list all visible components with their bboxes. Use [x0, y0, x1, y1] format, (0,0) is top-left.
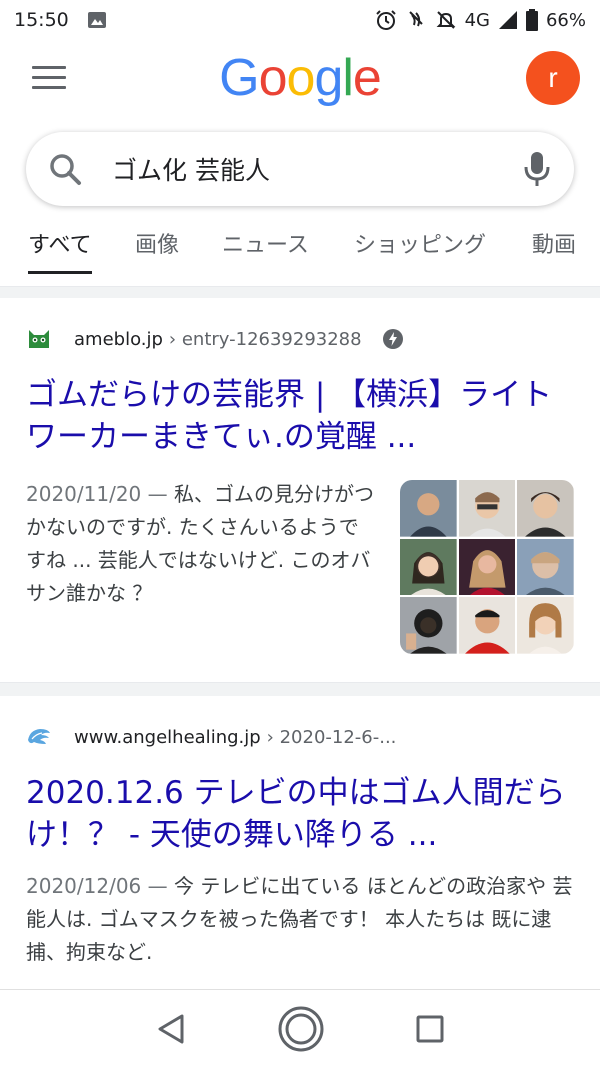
app-header: Google r	[0, 40, 600, 116]
system-navigation-bar	[0, 989, 600, 1067]
tab-all[interactable]: すべて	[28, 222, 92, 278]
thumbnail-photo	[400, 480, 457, 537]
tab-news[interactable]: ニュース	[222, 222, 309, 278]
result-domain: www.angelhealing.jp	[74, 726, 261, 748]
logo-letter: e	[352, 49, 382, 107]
home-button[interactable]	[277, 1005, 325, 1053]
search-result: ameblo.jp › entry-12639293288 ゴムだらけの芸能界 …	[0, 298, 600, 682]
recents-square-icon	[416, 1015, 444, 1042]
result-source[interactable]: www.angelhealing.jp › 2020-12-6-...	[26, 722, 396, 752]
result-thumbnail[interactable]	[400, 480, 574, 654]
network-type: 4G	[464, 9, 490, 31]
recents-button[interactable]	[416, 1015, 444, 1043]
battery-icon	[525, 9, 538, 31]
result-source[interactable]: ameblo.jp › entry-12639293288	[26, 324, 404, 354]
result-date: 2020/12/06 —	[26, 874, 168, 898]
account-avatar[interactable]: r	[526, 51, 580, 105]
notifications-off-icon	[436, 11, 455, 29]
logo-letter: o	[258, 49, 288, 107]
search-icon[interactable]	[48, 152, 82, 186]
section-divider	[0, 286, 600, 298]
tab-shopping[interactable]: ショッピング	[354, 222, 486, 278]
logo-letter: l	[342, 49, 354, 107]
search-result: www.angelhealing.jp › 2020-12-6-... 2020…	[0, 696, 600, 988]
status-bar: 15:50 4G 66%	[0, 0, 600, 40]
image-notification-icon	[87, 12, 106, 28]
logo-letter: o	[286, 49, 316, 107]
tab-images[interactable]: 画像	[135, 222, 179, 278]
battery-percent: 66%	[545, 9, 586, 31]
alarm-icon	[375, 10, 396, 30]
avatar-letter: r	[548, 62, 558, 93]
result-date: 2020/11/20 —	[26, 482, 168, 506]
thumbnail-photo	[458, 538, 516, 596]
microphone-icon[interactable]	[522, 151, 552, 187]
result-snippet: 2020/12/06 — 今 テレビに出ている ほとんどの政治家や 芸能人は. …	[26, 870, 574, 969]
status-time: 15:50	[14, 9, 69, 31]
thumbnail-photo	[517, 538, 574, 596]
thumbnail-photo	[458, 480, 516, 537]
nfc-off-icon	[408, 11, 423, 27]
search-bar[interactable]: ゴム化 芸能人	[26, 132, 574, 206]
logo-letter: G	[219, 49, 259, 107]
result-snippet: 2020/11/20 — 私、ゴムの見分けがつかないのですが. たくさんいるよう…	[26, 478, 376, 610]
search-tabs: すべて 画像 ニュース ショッピング 動画	[0, 222, 600, 278]
google-logo[interactable]: Google	[0, 48, 600, 108]
result-title-link[interactable]: ゴムだらけの芸能界 | 【横浜】ライトワーカーまきてぃ.の覚醒 ...	[26, 374, 570, 458]
result-title-link[interactable]: 2020.12.6 テレビの中はゴム人間だらけ！？ - 天使の舞い降りる ...	[26, 772, 570, 856]
amp-lightning-icon	[382, 329, 403, 349]
home-circle-icon	[278, 1006, 324, 1051]
back-triangle-icon	[158, 1014, 184, 1043]
angel-wing-favicon-icon	[28, 729, 50, 744]
result-path: › entry-12639293288	[168, 328, 362, 350]
result-domain: ameblo.jp	[74, 328, 163, 350]
ameba-favicon-icon	[29, 330, 49, 348]
thumbnail-photo	[400, 597, 457, 654]
signal-icon	[498, 11, 517, 29]
tab-videos[interactable]: 動画	[532, 222, 576, 278]
thumbnail-photo	[517, 597, 574, 654]
back-button[interactable]	[156, 1013, 186, 1045]
search-input[interactable]: ゴム化 芸能人	[112, 151, 522, 187]
thumbnail-photo	[517, 480, 574, 537]
section-divider	[0, 682, 600, 696]
thumbnail-photo	[400, 538, 457, 596]
result-path: › 2020-12-6-...	[266, 726, 397, 748]
logo-letter: g	[314, 49, 343, 107]
thumbnail-photo	[458, 597, 516, 654]
